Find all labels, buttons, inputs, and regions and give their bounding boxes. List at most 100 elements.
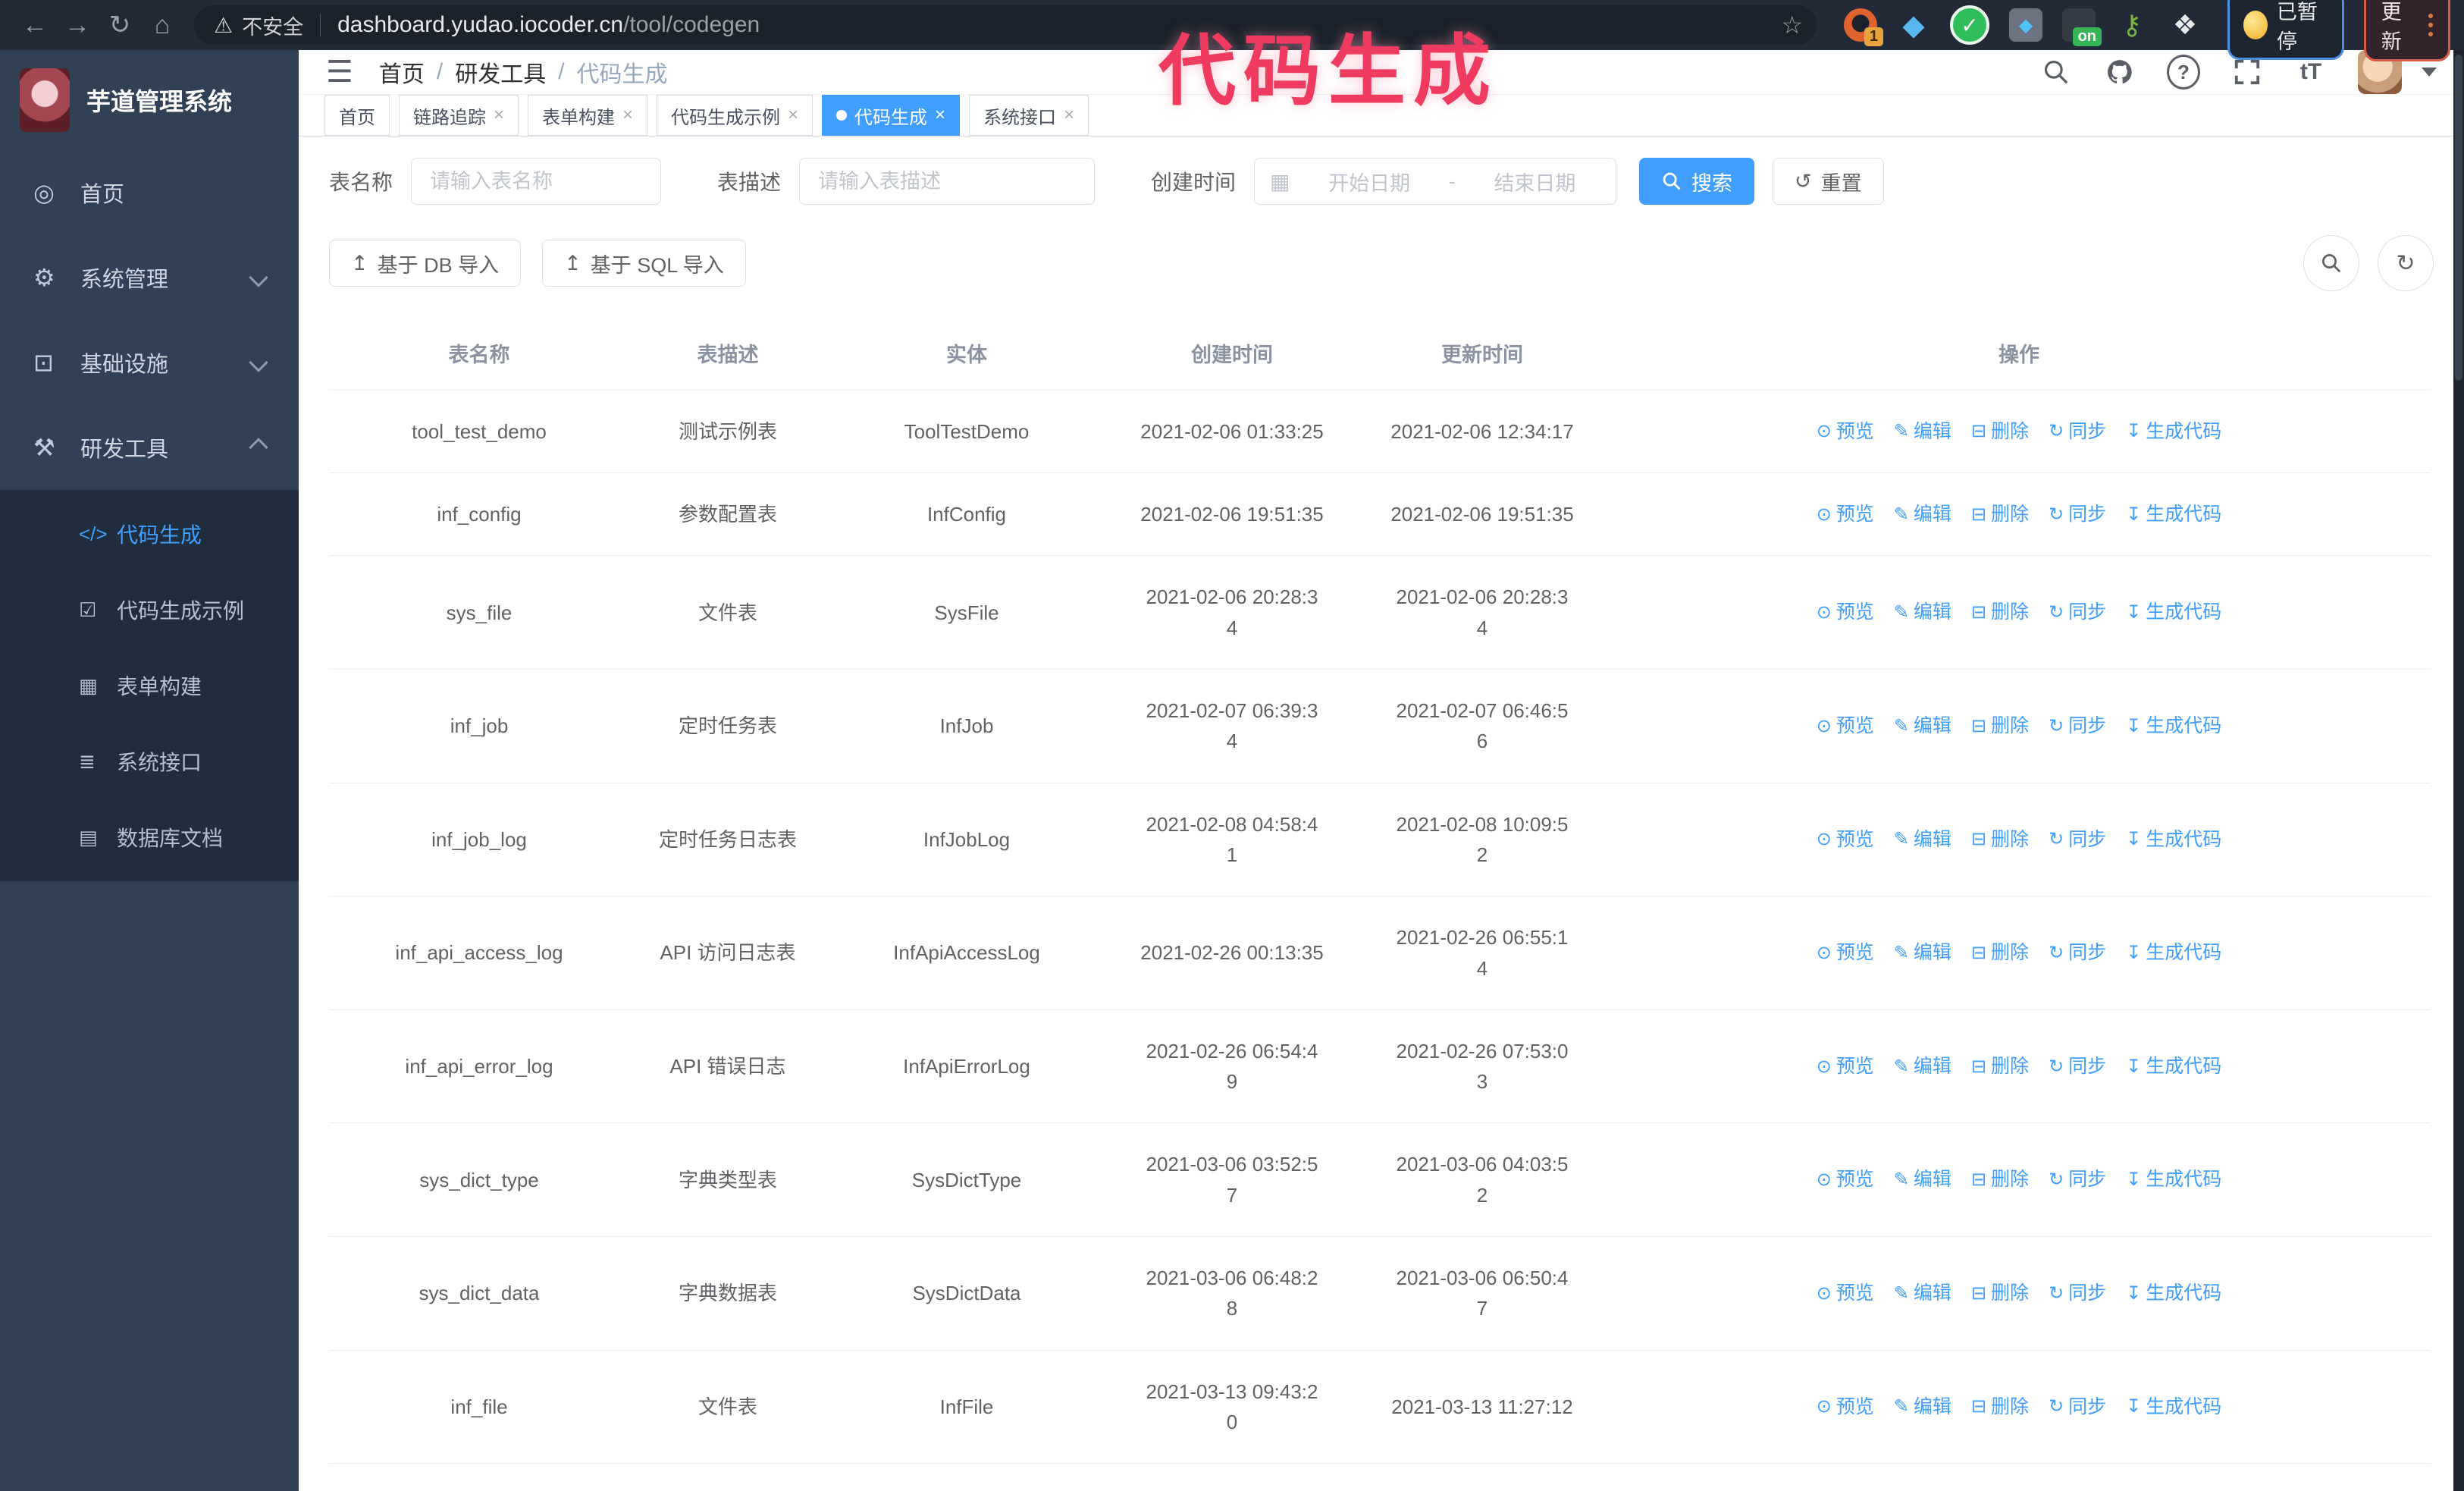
sidebar-item-首页[interactable]: ◎ 首页 (0, 150, 299, 235)
edit-link[interactable]: ✎ 编辑 (1894, 1392, 1951, 1422)
edit-link[interactable]: ✎ 编辑 (1894, 1052, 1951, 1081)
edit-link[interactable]: ✎ 编辑 (1894, 417, 1951, 447)
refresh-table-button[interactable]: ↻ (2378, 235, 2434, 291)
hamburger-icon[interactable]: ☰ (326, 55, 353, 89)
tab-表单构建[interactable]: 表单构建 × (528, 95, 648, 136)
preview-link[interactable]: ⊙ 预览 (1817, 417, 1874, 447)
sidebar-subitem-代码生成示例[interactable]: ☑ 代码生成示例 (0, 572, 299, 648)
delete-link[interactable]: ⊟ 删除 (1971, 1165, 2029, 1194)
sidebar-subitem-数据库文档[interactable]: ▤ 数据库文档 (0, 799, 299, 875)
tab-close-icon[interactable]: × (1064, 105, 1074, 126)
tab-系统接口[interactable]: 系统接口 × (969, 95, 1089, 136)
start-date-placeholder[interactable]: 开始日期 (1304, 167, 1435, 196)
github-icon[interactable] (2103, 55, 2136, 89)
tab-close-icon[interactable]: × (622, 105, 633, 126)
extension-sliders-icon[interactable]: ◆ (2009, 8, 2042, 42)
sync-link[interactable]: ↻ 同步 (2049, 825, 2106, 855)
preview-link[interactable]: ⊙ 预览 (1817, 1392, 1874, 1422)
preview-link[interactable]: ⊙ 预览 (1817, 1165, 1874, 1194)
avatar-caret-icon[interactable] (2422, 67, 2437, 77)
edit-link[interactable]: ✎ 编辑 (1894, 1279, 1951, 1308)
sidebar-logo[interactable]: 芋道管理系统 (0, 50, 299, 150)
sync-link[interactable]: ↻ 同步 (2049, 598, 2106, 627)
edit-link[interactable]: ✎ 编辑 (1894, 825, 1951, 855)
generate-code-link[interactable]: ↧ 生成代码 (2126, 711, 2221, 741)
extensions-puzzle-icon[interactable]: ❖ (2168, 8, 2202, 42)
import-db-button[interactable]: ↥ 基于 DB 导入 (329, 240, 522, 287)
sync-link[interactable]: ↻ 同步 (2049, 938, 2106, 968)
page-scrollbar[interactable] (2453, 50, 2464, 1491)
tab-close-icon[interactable]: × (935, 105, 945, 126)
extension-gem-icon[interactable]: ◆ (1897, 8, 1930, 42)
forward-icon[interactable]: → (56, 4, 99, 46)
sidebar-item-基础设施[interactable]: ⊡ 基础设施 (0, 320, 299, 405)
preview-link[interactable]: ⊙ 预览 (1817, 598, 1874, 627)
sync-link[interactable]: ↻ 同步 (2049, 500, 2106, 529)
generate-code-link[interactable]: ↧ 生成代码 (2126, 1392, 2221, 1422)
generate-code-link[interactable]: ↧ 生成代码 (2126, 1165, 2221, 1194)
delete-link[interactable]: ⊟ 删除 (1971, 1392, 2029, 1422)
generate-code-link[interactable]: ↧ 生成代码 (2126, 598, 2221, 627)
delete-link[interactable]: ⊟ 删除 (1971, 938, 2029, 968)
font-size-icon[interactable]: tT (2294, 55, 2328, 89)
delete-link[interactable]: ⊟ 删除 (1971, 1279, 2029, 1308)
tab-代码生成[interactable]: 代码生成 × (822, 95, 961, 136)
search-icon[interactable] (2039, 55, 2073, 89)
bookmark-star-icon[interactable]: ☆ (1781, 11, 1803, 39)
url-host[interactable]: dashboard.yudao.iocoder.cn (337, 12, 623, 38)
browser-update-button[interactable]: 更新 (2363, 0, 2450, 61)
end-date-placeholder[interactable]: 结束日期 (1469, 167, 1600, 196)
sidebar-item-系统管理[interactable]: ⚙ 系统管理 (0, 235, 299, 320)
profile-paused-chip[interactable]: 已暂停 (2227, 0, 2344, 60)
generate-code-link[interactable]: ↧ 生成代码 (2126, 1279, 2221, 1308)
tab-代码生成示例[interactable]: 代码生成示例 × (657, 95, 813, 136)
sidebar-subitem-系统接口[interactable]: ≣ 系统接口 (0, 724, 299, 799)
sync-link[interactable]: ↻ 同步 (2049, 1279, 2106, 1308)
preview-link[interactable]: ⊙ 预览 (1817, 825, 1874, 855)
preview-link[interactable]: ⊙ 预览 (1817, 500, 1874, 529)
toggle-search-button[interactable] (2303, 235, 2359, 291)
preview-link[interactable]: ⊙ 预览 (1817, 1279, 1874, 1308)
home-icon[interactable]: ⌂ (141, 4, 183, 46)
extension-key-icon[interactable]: ⚷ (2115, 8, 2149, 42)
delete-link[interactable]: ⊟ 删除 (1971, 711, 2029, 741)
search-button[interactable]: 搜索 (1639, 158, 1755, 205)
not-secure-label[interactable]: 不安全 (242, 11, 303, 40)
sync-link[interactable]: ↻ 同步 (2049, 1165, 2106, 1194)
help-icon[interactable]: ? (2167, 55, 2200, 89)
edit-link[interactable]: ✎ 编辑 (1894, 938, 1951, 968)
create-time-range-picker[interactable]: ▦ 开始日期 - 结束日期 (1254, 158, 1617, 205)
preview-link[interactable]: ⊙ 预览 (1817, 1052, 1874, 1081)
generate-code-link[interactable]: ↧ 生成代码 (2126, 500, 2221, 529)
address-bar[interactable]: ⚠ 不安全 dashboard.yudao.iocoder.cn /tool/c… (194, 5, 1817, 45)
reload-icon[interactable]: ↻ (99, 4, 141, 46)
edit-link[interactable]: ✎ 编辑 (1894, 500, 1951, 529)
sidebar-subitem-代码生成[interactable]: </> 代码生成 (0, 496, 299, 572)
sidebar-item-研发工具[interactable]: ⚒ 研发工具 (0, 405, 299, 490)
generate-code-link[interactable]: ↧ 生成代码 (2126, 1052, 2221, 1081)
edit-link[interactable]: ✎ 编辑 (1894, 598, 1951, 627)
extension-switch-icon[interactable]: on (2062, 8, 2102, 46)
generate-code-link[interactable]: ↧ 生成代码 (2126, 825, 2221, 855)
extension-check-icon[interactable]: ✓ (1950, 5, 1989, 45)
tab-链路追踪[interactable]: 链路追踪 × (399, 95, 519, 136)
table-desc-input[interactable] (799, 158, 1096, 205)
breadcrumb-item[interactable]: 研发工具 (455, 55, 546, 89)
tab-首页[interactable]: 首页 (324, 95, 390, 136)
import-sql-button[interactable]: ↥ 基于 SQL 导入 (542, 240, 746, 287)
table-name-input[interactable] (411, 158, 662, 205)
delete-link[interactable]: ⊟ 删除 (1971, 598, 2029, 627)
sync-link[interactable]: ↻ 同步 (2049, 1392, 2106, 1422)
sidebar-subitem-表单构建[interactable]: ▦ 表单构建 (0, 648, 299, 724)
tab-close-icon[interactable]: × (494, 105, 504, 126)
edit-link[interactable]: ✎ 编辑 (1894, 1165, 1951, 1194)
delete-link[interactable]: ⊟ 删除 (1971, 1052, 2029, 1081)
extension-colorzilla-icon[interactable]: 1 (1844, 8, 1883, 46)
edit-link[interactable]: ✎ 编辑 (1894, 711, 1951, 741)
reset-button[interactable]: ↺ 重置 (1773, 158, 1884, 205)
preview-link[interactable]: ⊙ 预览 (1817, 711, 1874, 741)
back-icon[interactable]: ← (14, 4, 56, 46)
delete-link[interactable]: ⊟ 删除 (1971, 500, 2029, 529)
preview-link[interactable]: ⊙ 预览 (1817, 938, 1874, 968)
scrollbar-thumb[interactable] (2455, 55, 2462, 381)
